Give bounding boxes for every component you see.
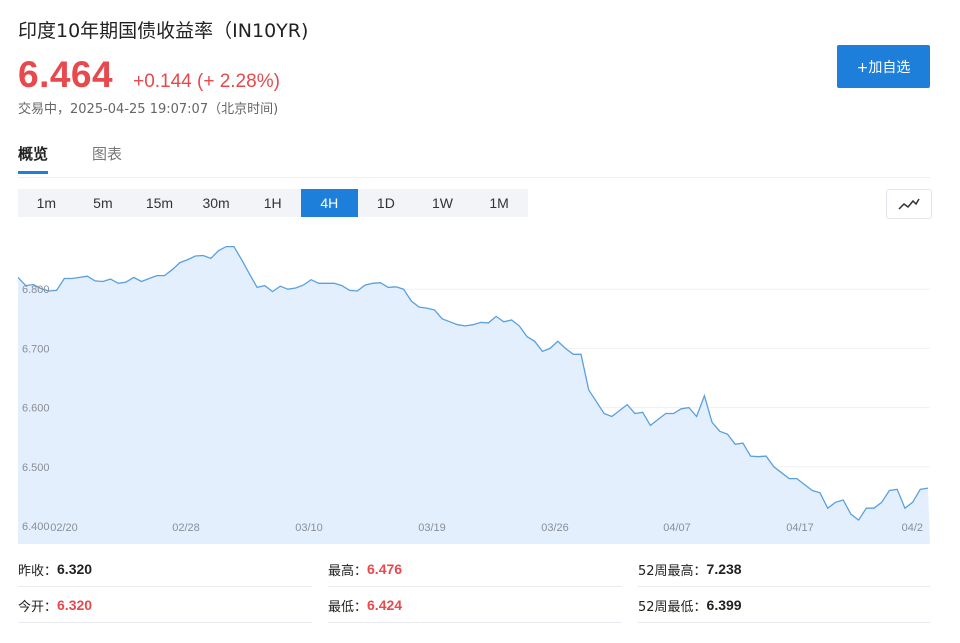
stat-label: 昨收： <box>18 563 58 579</box>
interval-30m[interactable]: 30m <box>188 189 245 217</box>
yield-chart: 6.400 6.500 6.600 6.700 6.800 02/20 02/28 03/10… <box>18 245 930 544</box>
line-chart-icon <box>898 198 920 210</box>
x-tick-label: 04/2 <box>902 522 923 534</box>
stat-52w-low: 52周最低： 6.399 <box>638 588 930 623</box>
x-tick-label: 04/07 <box>663 522 691 534</box>
interval-15m[interactable]: 15m <box>131 189 188 217</box>
stat-52w-high: 52周最高： 7.238 <box>638 552 930 587</box>
stat-label: 最高： <box>328 563 368 579</box>
stat-value: 6.476 <box>367 561 403 577</box>
stat-low: 最低： 6.424 <box>328 588 622 623</box>
price-change: +0.144 (+ 2.28%) <box>133 71 280 92</box>
area-fill <box>18 246 930 544</box>
page-title: 印度10年期国债收益率（IN10YR) <box>18 20 309 42</box>
stat-label: 最低： <box>328 599 368 615</box>
stat-value: 6.320 <box>57 561 93 577</box>
x-tick-label: 02/28 <box>172 522 200 534</box>
interval-1d[interactable]: 1D <box>358 189 415 217</box>
stat-value: 6.320 <box>57 597 93 613</box>
tab-overview[interactable]: 概览 <box>18 143 49 174</box>
interval-selector: 1m 5m 15m 30m 1H 4H 1D 1W 1M <box>18 189 528 217</box>
chart-type-button[interactable] <box>886 189 932 219</box>
stat-high: 最高： 6.476 <box>328 552 622 587</box>
y-tick-label: 6.800 <box>22 284 50 296</box>
stat-value: 6.399 <box>706 597 742 613</box>
x-tick-label: 02/20 <box>50 522 78 534</box>
y-tick-label: 6.400 <box>22 521 50 533</box>
x-tick-label: 03/10 <box>295 522 323 534</box>
interval-1m[interactable]: 1m <box>18 189 75 217</box>
y-tick-label: 6.600 <box>22 403 50 415</box>
tab-bar: 概览 图表 <box>18 143 930 178</box>
tab-chart[interactable]: 图表 <box>92 143 122 174</box>
interval-1w[interactable]: 1W <box>414 189 471 217</box>
timestamp: 2025-04-25 19:07:07（北京时间) <box>70 102 279 117</box>
stat-label: 52周最高： <box>638 563 707 579</box>
trading-status: 交易中，2025-04-25 19:07:07（北京时间) <box>18 98 278 117</box>
stats-panel: 昨收： 6.320 最高： 6.476 52周最高： 7.238 今开： 6.3… <box>18 552 930 624</box>
interval-1h[interactable]: 1H <box>244 189 301 217</box>
add-watchlist-button[interactable]: +加自选 <box>837 45 930 88</box>
stat-prev-close: 昨收： 6.320 <box>18 552 312 587</box>
x-tick-label: 04/17 <box>786 522 814 534</box>
interval-1mo[interactable]: 1M <box>471 189 528 217</box>
interval-4h[interactable]: 4H <box>300 189 358 217</box>
x-tick-label: 03/19 <box>418 522 446 534</box>
stat-label: 52周最低： <box>638 599 707 615</box>
x-tick-label: 03/26 <box>541 522 569 534</box>
stat-open: 今开： 6.320 <box>18 588 312 623</box>
y-tick-label: 6.700 <box>22 343 50 355</box>
status-label: 交易中， <box>18 102 71 117</box>
stat-value: 6.424 <box>367 597 403 613</box>
stat-label: 今开： <box>18 599 58 615</box>
interval-5m[interactable]: 5m <box>75 189 132 217</box>
stat-value: 7.238 <box>706 561 742 577</box>
current-price: 6.464 <box>18 54 114 95</box>
y-tick-label: 6.500 <box>22 462 50 474</box>
quote-row: 6.464 +0.144 (+ 2.28%) <box>18 54 280 96</box>
